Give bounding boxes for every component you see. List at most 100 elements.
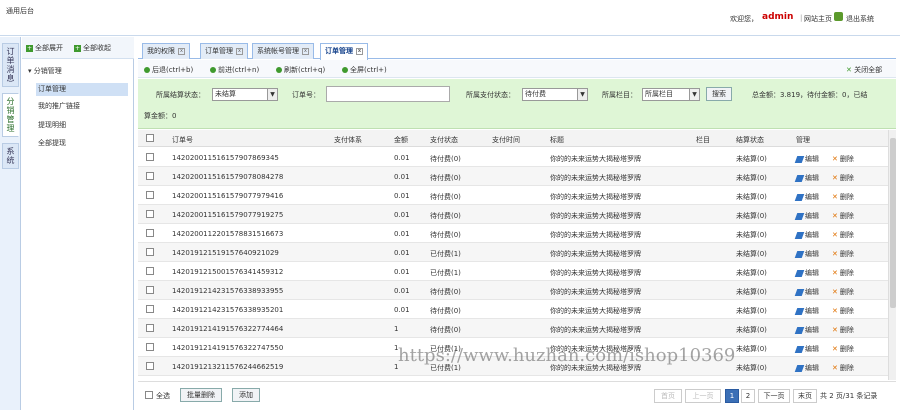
edit-link[interactable]: 编辑 bbox=[794, 306, 819, 316]
site-home-link[interactable]: 网站主页 bbox=[804, 14, 832, 24]
edit-link[interactable]: 编辑 bbox=[794, 249, 819, 259]
row-checkbox[interactable] bbox=[146, 248, 154, 256]
tab-order-management[interactable]: 订单管理 x bbox=[200, 43, 248, 59]
tree-item-all-withdraw[interactable]: 全部提现 bbox=[38, 138, 130, 148]
collapse-all-button[interactable]: + 全部收起 bbox=[74, 43, 111, 53]
delete-link[interactable]: ✕ 删除 bbox=[832, 211, 854, 221]
close-icon[interactable]: x bbox=[178, 47, 185, 55]
order-no-label: 订单号： bbox=[292, 91, 320, 99]
row-checkbox[interactable] bbox=[146, 362, 154, 370]
edit-link[interactable]: 编辑 bbox=[794, 211, 819, 221]
edit-link[interactable]: 编辑 bbox=[794, 173, 819, 183]
tree-item-promo-link[interactable]: 我的推广链接 bbox=[38, 101, 130, 111]
order-no-cell: 142019121423157633893520​1 bbox=[172, 306, 284, 314]
fullscreen-button[interactable]: 全屏(ctrl+) bbox=[342, 65, 387, 75]
column-select[interactable]: 所属栏目 ▼ bbox=[642, 88, 700, 101]
exit-link[interactable]: 退出系统 bbox=[846, 14, 874, 24]
col-amount: 金额 bbox=[394, 136, 408, 144]
last-page-button[interactable]: 末页 bbox=[793, 389, 817, 403]
edit-link[interactable]: 编辑 bbox=[794, 154, 819, 164]
close-all-button[interactable]: ✕ 关闭全部 bbox=[846, 65, 882, 75]
close-icon[interactable]: x bbox=[356, 47, 363, 55]
tab-system-accounts[interactable]: 系统帐号管理 x bbox=[252, 43, 314, 59]
pay-status-label: 所属支付状态： bbox=[466, 91, 515, 99]
delete-link[interactable]: ✕ 删除 bbox=[832, 306, 854, 316]
edit-link[interactable]: 编辑 bbox=[794, 344, 819, 354]
amount-cell: 0.01 bbox=[394, 154, 410, 162]
forward-button[interactable]: 前进(ctrl+n) bbox=[210, 65, 259, 75]
order-no-input[interactable] bbox=[326, 86, 450, 102]
edit-link[interactable]: 编辑 bbox=[794, 268, 819, 278]
delete-link[interactable]: ✕ 删除 bbox=[832, 154, 854, 164]
edit-icon bbox=[794, 231, 805, 239]
edit-icon bbox=[794, 269, 805, 277]
header-checkbox[interactable] bbox=[146, 134, 154, 142]
delete-link[interactable]: ✕ 删除 bbox=[832, 192, 854, 202]
tab-my-permissions[interactable]: 我的权限 x bbox=[142, 43, 190, 59]
select-all-label: 全选 bbox=[156, 392, 170, 400]
row-checkbox[interactable] bbox=[146, 324, 154, 332]
chevron-down-icon: ▼ bbox=[267, 89, 277, 100]
tree-item-withdraw-detail[interactable]: 提现明细 bbox=[38, 120, 130, 130]
row-checkbox[interactable] bbox=[146, 305, 154, 313]
delete-link[interactable]: ✕ 删除 bbox=[832, 230, 854, 240]
row-checkbox[interactable] bbox=[146, 191, 154, 199]
search-button[interactable]: 搜索 bbox=[706, 87, 732, 101]
edit-label: 编辑 bbox=[805, 307, 819, 315]
tab-order-management-active[interactable]: 订单管理 x bbox=[320, 43, 368, 60]
first-page-button[interactable]: 首页 bbox=[654, 389, 682, 403]
delete-link[interactable]: ✕ 删除 bbox=[832, 344, 854, 354]
refresh-label: 刷新(ctrl+q) bbox=[284, 66, 326, 74]
pay-status-cell: 待付费(0) bbox=[430, 193, 461, 201]
page-1-button[interactable]: 1 bbox=[725, 389, 739, 403]
select-all-checkbox[interactable] bbox=[145, 391, 153, 399]
add-button[interactable]: 添加 bbox=[232, 388, 260, 402]
table-row: 142020011516157907797941​6 0.01 待付费(0) 你的的未… bbox=[138, 186, 888, 205]
tree-root-label: 分销管理 bbox=[33, 67, 62, 75]
edit-link[interactable]: 编辑 bbox=[794, 230, 819, 240]
row-checkbox[interactable] bbox=[146, 172, 154, 180]
scrollbar-thumb[interactable] bbox=[890, 138, 896, 308]
row-checkbox[interactable] bbox=[146, 343, 154, 351]
table-row: 142019121423157633893395​5 0.01 待付费(0) 你的的未… bbox=[138, 281, 888, 300]
delete-link[interactable]: ✕ 删除 bbox=[832, 287, 854, 297]
row-checkbox[interactable] bbox=[146, 286, 154, 294]
expand-all-button[interactable]: + 全部展开 bbox=[26, 43, 63, 53]
row-checkbox[interactable] bbox=[146, 210, 154, 218]
delete-link[interactable]: ✕ 删除 bbox=[832, 268, 854, 278]
pay-status-cell: 待付费(0) bbox=[430, 231, 461, 239]
delete-icon: ✕ bbox=[832, 326, 838, 334]
delete-link[interactable]: ✕ 删除 bbox=[832, 363, 854, 373]
edit-link[interactable]: 编辑 bbox=[794, 192, 819, 202]
vtab-orders[interactable]: 订单消息 bbox=[2, 43, 19, 87]
back-button[interactable]: 后退(ctrl+b) bbox=[144, 65, 193, 75]
close-icon[interactable]: x bbox=[302, 47, 309, 55]
expand-all-label: 全部展开 bbox=[35, 44, 63, 52]
order-no-cell: 142020011220157883151667​3 bbox=[172, 230, 284, 238]
vertical-scrollbar[interactable] bbox=[888, 130, 896, 380]
tree-root[interactable]: ▾ 分销管理 bbox=[28, 66, 62, 76]
vtab-system[interactable]: 系统 bbox=[2, 143, 19, 169]
batch-delete-button[interactable]: 批量删除 bbox=[180, 388, 222, 402]
edit-link[interactable]: 编辑 bbox=[794, 363, 819, 373]
refresh-button[interactable]: 刷新(ctrl+q) bbox=[276, 65, 325, 75]
prev-page-button[interactable]: 上一页 bbox=[685, 389, 721, 403]
edit-label: 编辑 bbox=[805, 155, 819, 163]
row-checkbox[interactable] bbox=[146, 267, 154, 275]
pay-status-select[interactable]: 待付费 ▼ bbox=[522, 88, 588, 101]
delete-link[interactable]: ✕ 删除 bbox=[832, 173, 854, 183]
edit-link[interactable]: 编辑 bbox=[794, 325, 819, 335]
next-page-button[interactable]: 下一页 bbox=[758, 389, 790, 403]
order-no-cell: 142019121419157632274755​0 bbox=[172, 344, 284, 352]
settle-status-select[interactable]: 未结算 ▼ bbox=[212, 88, 278, 101]
tree-item-orders[interactable]: 订单管理 bbox=[36, 83, 128, 96]
row-checkbox[interactable] bbox=[146, 229, 154, 237]
close-icon[interactable]: x bbox=[236, 47, 243, 55]
vtab-distribution[interactable]: 分销管理 bbox=[2, 93, 19, 137]
settle-status-cell: 未结算(0) bbox=[736, 288, 767, 296]
page-2-button[interactable]: 2 bbox=[741, 389, 755, 403]
row-checkbox[interactable] bbox=[146, 153, 154, 161]
edit-link[interactable]: 编辑 bbox=[794, 287, 819, 297]
delete-link[interactable]: ✕ 删除 bbox=[832, 325, 854, 335]
delete-link[interactable]: ✕ 删除 bbox=[832, 249, 854, 259]
